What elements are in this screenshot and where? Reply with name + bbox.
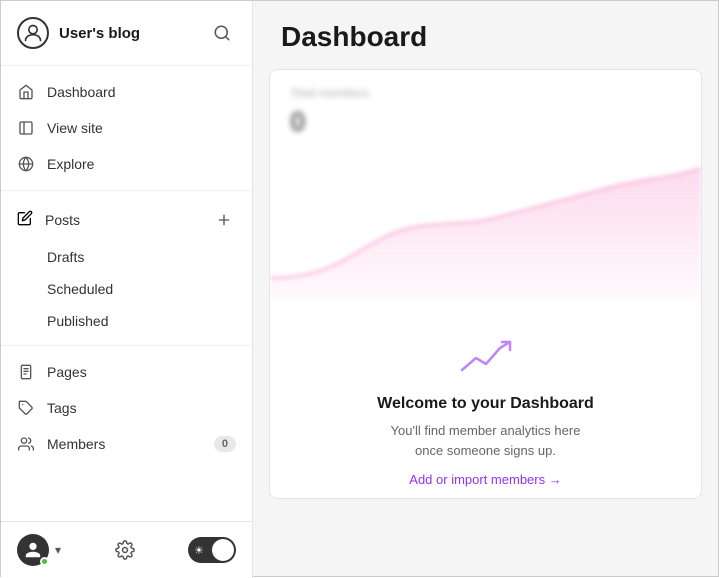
drafts-label: Drafts [47,249,84,265]
total-members-value: 0 [290,106,681,138]
sidebar-item-view-site[interactable]: View site [1,110,252,146]
empty-state-title: Welcome to your Dashboard [377,395,594,413]
nav-divider-2 [1,345,252,346]
online-indicator [40,557,49,566]
settings-button[interactable] [109,534,141,566]
edit-icon [17,210,33,231]
sidebar-item-members[interactable]: Members 0 [1,426,252,462]
sidebar-item-label-tags: Tags [47,400,77,416]
external-icon [17,119,35,137]
globe-icon [17,155,35,173]
user-menu[interactable]: ▾ [17,534,61,566]
sidebar-item-explore[interactable]: Explore [1,146,252,182]
sidebar-item-label-explore: Explore [47,156,94,172]
blog-title: User's blog [59,25,140,42]
toggle-knob [212,539,234,561]
toggle-icon: ☀ [194,544,204,557]
empty-state-desc: You'll find member analytics here once s… [376,421,596,460]
search-button[interactable] [208,19,236,47]
chart-trend-icon [458,338,514,383]
home-icon [17,83,35,101]
total-members-label: Total members [290,86,681,100]
page-title: Dashboard [281,21,690,53]
main-header: Dashboard [253,1,718,69]
sidebar-item-pages[interactable]: Pages [1,354,252,390]
members-badge: 0 [214,436,236,452]
sidebar-item-label-dashboard: Dashboard [47,84,116,100]
page-icon [17,363,35,381]
chart-area [270,138,701,298]
members-icon [17,435,35,453]
user-chevron-icon: ▾ [55,543,61,557]
blog-avatar [17,17,49,49]
sidebar-item-label-view-site: View site [47,120,103,136]
sidebar-header: User's blog [1,1,252,66]
published-label: Published [47,313,109,329]
sidebar-footer: ▾ ☀ [1,521,252,578]
theme-toggle[interactable]: ☀ [188,537,236,563]
add-post-button[interactable] [212,208,236,232]
main-content: Dashboard Total members 0 [253,1,718,576]
dashboard-card: Total members 0 [269,69,702,499]
blog-title-area[interactable]: User's blog [17,17,140,49]
sidebar-nav: Dashboard View site Explore [1,66,252,521]
scheduled-label: Scheduled [47,281,113,297]
sidebar-item-label-pages: Pages [47,364,87,380]
sidebar: User's blog Dashboard [1,1,253,578]
sidebar-item-published[interactable]: Published [1,305,252,337]
sidebar-item-drafts[interactable]: Drafts [1,241,252,273]
sidebar-item-label-members: Members [47,436,105,452]
sidebar-section-posts[interactable]: Posts [1,199,252,241]
user-avatar [17,534,49,566]
nav-divider-1 [1,190,252,191]
tag-icon [17,399,35,417]
add-import-members-link[interactable]: Add or import members → [409,472,561,487]
sidebar-item-dashboard[interactable]: Dashboard [1,74,252,110]
posts-label: Posts [45,212,80,228]
empty-state: Welcome to your Dashboard You'll find me… [270,318,701,499]
card-top-section: Total members 0 [270,70,701,138]
sidebar-item-tags[interactable]: Tags [1,390,252,426]
sidebar-item-scheduled[interactable]: Scheduled [1,273,252,305]
